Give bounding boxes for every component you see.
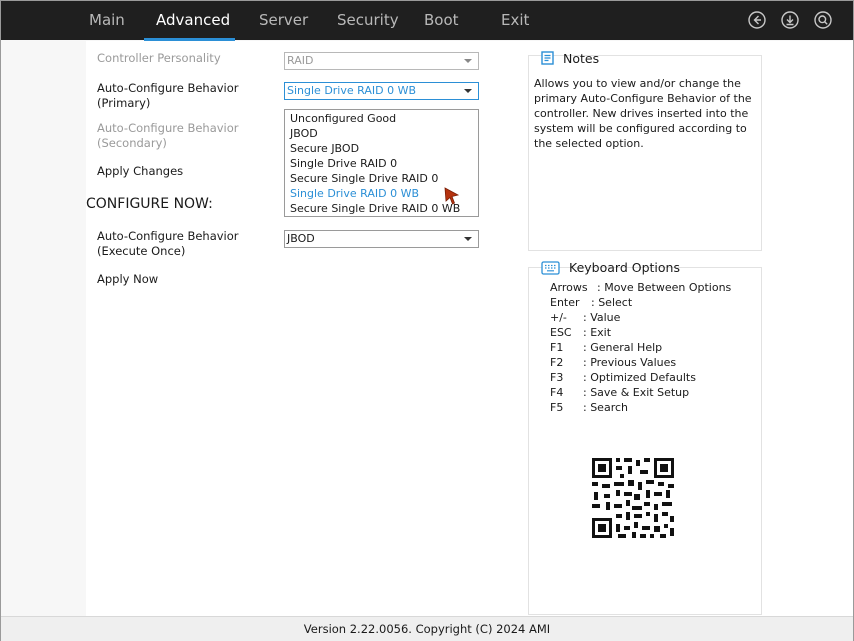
top-nav-bar: Main Advanced Server Security Boot Exit bbox=[1, 1, 853, 41]
key-hint: F4: Save & Exit Setup bbox=[550, 386, 690, 399]
configure-now-heading: CONFIGURE NOW: bbox=[86, 196, 213, 212]
dropdown-option-selected[interactable]: Single Drive RAID 0 WB bbox=[290, 186, 419, 201]
keyboard-options-title: Keyboard Options bbox=[569, 260, 680, 275]
notes-title: Notes bbox=[563, 51, 600, 66]
controller-personality-combo: RAID bbox=[284, 52, 479, 70]
save-download-icon[interactable] bbox=[781, 11, 799, 29]
controller-personality-label: Controller Personality bbox=[97, 51, 221, 65]
tab-boot[interactable]: Boot bbox=[424, 1, 459, 40]
dropdown-option[interactable]: Secure Single Drive RAID 0 bbox=[290, 171, 438, 186]
chevron-down-icon bbox=[464, 89, 472, 93]
notes-text: Allows you to view and/or change the pri… bbox=[534, 77, 752, 150]
key-hint: F2: Previous Values bbox=[550, 356, 677, 369]
search-icon[interactable] bbox=[814, 11, 832, 29]
tab-advanced[interactable]: Advanced bbox=[156, 1, 230, 40]
keyboard-icon bbox=[541, 261, 560, 275]
secondary-behavior-label: Auto-Configure Behavior (Secondary) bbox=[97, 121, 239, 150]
key-hint: +/-: Value bbox=[550, 311, 621, 324]
tab-security[interactable]: Security bbox=[337, 1, 399, 40]
dropdown-option[interactable]: Secure Single Drive RAID 0 WB bbox=[290, 201, 460, 216]
key-hint: Enter: Select bbox=[550, 296, 633, 309]
dropdown-option[interactable]: Secure JBOD bbox=[290, 141, 359, 156]
key-hint: F3: Optimized Defaults bbox=[550, 371, 696, 384]
key-hint: F5: Search bbox=[550, 401, 628, 414]
dropdown-option[interactable]: JBOD bbox=[290, 126, 318, 141]
tab-server[interactable]: Server bbox=[259, 1, 308, 40]
version-footer: Version 2.22.0056. Copyright (C) 2024 AM… bbox=[1, 616, 853, 641]
dropdown-option[interactable]: Single Drive RAID 0 bbox=[290, 156, 397, 171]
apply-now-button[interactable]: Apply Now bbox=[97, 272, 158, 287]
primary-behavior-label: Auto-Configure Behavior (Primary) bbox=[97, 81, 239, 110]
execute-once-combo[interactable]: JBOD bbox=[284, 230, 479, 248]
key-hint: Arrows: Move Between Options bbox=[550, 281, 732, 294]
tab-main[interactable]: Main bbox=[89, 1, 125, 40]
mouse-cursor-icon bbox=[444, 187, 460, 205]
primary-behavior-combo[interactable]: Single Drive RAID 0 WB bbox=[284, 82, 479, 100]
tab-exit[interactable]: Exit bbox=[501, 1, 529, 40]
key-hint: ESC: Exit bbox=[550, 326, 612, 339]
chevron-down-icon bbox=[464, 59, 472, 63]
dropdown-option[interactable]: Unconfigured Good bbox=[290, 111, 396, 126]
notes-icon bbox=[541, 51, 554, 65]
execute-once-label: Auto-Configure Behavior (Execute Once) bbox=[97, 229, 239, 258]
chevron-down-icon bbox=[464, 237, 472, 241]
apply-changes-button[interactable]: Apply Changes bbox=[97, 164, 183, 179]
key-hint: F1: General Help bbox=[550, 341, 663, 354]
qr-code-icon bbox=[586, 448, 682, 544]
back-icon[interactable] bbox=[748, 11, 766, 29]
